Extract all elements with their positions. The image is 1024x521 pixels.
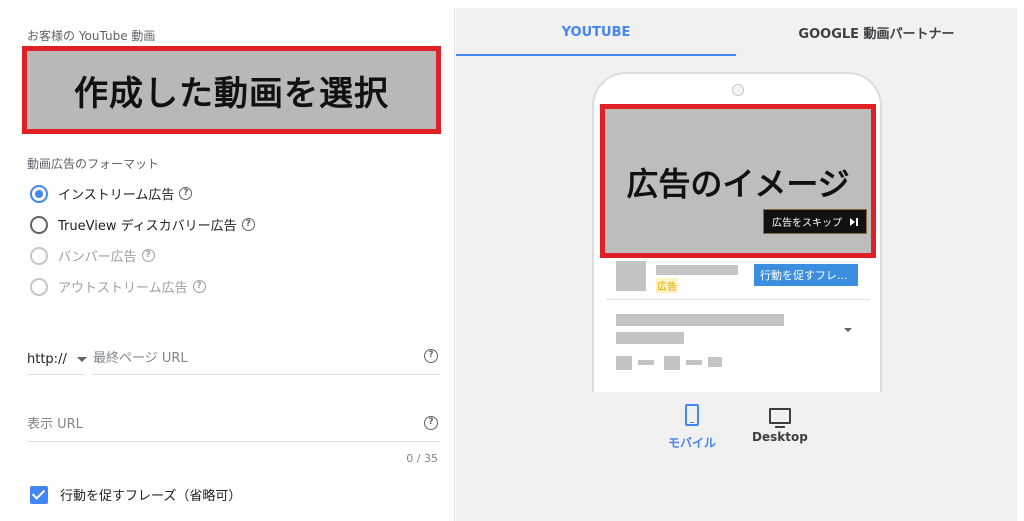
radio-button xyxy=(30,246,48,265)
channel-thumbnail xyxy=(616,261,646,291)
format-option-discovery[interactable]: TrueView ディスカバリー広告 ? xyxy=(30,215,255,234)
format-option-label: アウトストリーム広告 xyxy=(58,281,188,296)
ad-preview: 広告のイメージ 広告をスキップ xyxy=(600,104,876,258)
radio-button xyxy=(30,277,48,296)
cta-checkbox[interactable] xyxy=(30,485,48,504)
radio-button[interactable] xyxy=(30,184,48,203)
final-url-field[interactable]: 最終ページ URL ? xyxy=(93,338,440,375)
radio-button[interactable] xyxy=(30,215,48,234)
desktop-icon xyxy=(768,408,791,428)
thumbs-up-icon xyxy=(616,356,632,370)
help-icon[interactable]: ? xyxy=(424,349,438,363)
preview-panel: YOUTUBE GOOGLE 動画パートナー 広告のイメージ 広告をスキップ 広… xyxy=(456,8,1017,521)
placeholder-bar xyxy=(616,332,684,344)
device-mobile[interactable]: モバイル xyxy=(668,404,716,451)
tab-google-video-partners[interactable]: GOOGLE 動画パートナー xyxy=(736,8,1017,56)
placeholder-bar xyxy=(638,360,654,365)
cta-checkbox-label: 行動を促すフレーズ（省略可） xyxy=(60,489,242,504)
ad-settings-panel: お客様の YouTube 動画 作成した動画を選択 動画広告のフォーマット イン… xyxy=(8,8,455,521)
device-desktop[interactable]: Desktop xyxy=(752,404,808,444)
skip-ad-label: 広告をスキップ xyxy=(772,218,842,229)
mobile-icon xyxy=(685,404,699,426)
help-icon[interactable]: ? xyxy=(241,218,255,231)
help-icon[interactable]: ? xyxy=(192,280,206,293)
camera-icon xyxy=(732,84,744,96)
device-label: モバイル xyxy=(668,436,717,450)
placeholder-bar xyxy=(616,314,784,326)
skip-ad-button[interactable]: 広告をスキップ xyxy=(763,209,867,234)
protocol-select-value: http:// xyxy=(27,351,67,367)
thumbs-down-icon xyxy=(664,356,680,370)
chevron-down-icon[interactable] xyxy=(844,328,852,332)
ad-image-text: 広告のイメージ xyxy=(626,165,850,203)
format-option-label: インストリーム広告 xyxy=(58,188,175,203)
format-option-label: TrueView ディスカバリー広告 xyxy=(58,219,237,234)
format-option-outstream: アウトストリーム広告 ? xyxy=(30,277,206,296)
format-section-label: 動画広告のフォーマット xyxy=(27,157,160,171)
share-icon xyxy=(708,357,722,367)
help-icon[interactable]: ? xyxy=(424,415,438,430)
cta-button-preview[interactable]: 行動を促すフレ... xyxy=(754,264,858,286)
format-option-label: バンパー広告 xyxy=(58,250,137,265)
play-next-icon xyxy=(850,217,855,226)
video-selector-text: 作成した動画を選択 xyxy=(74,73,389,114)
format-option-instream[interactable]: インストリーム広告 ? xyxy=(30,184,193,203)
protocol-select[interactable]: http:// xyxy=(27,344,87,375)
caret-down-icon xyxy=(76,356,87,362)
final-url-placeholder: 最終ページ URL xyxy=(93,350,188,366)
ad-badge: 広告 xyxy=(656,278,678,293)
cta-checkbox-row[interactable]: 行動を促すフレーズ（省略可） xyxy=(30,485,241,504)
device-label: Desktop xyxy=(752,430,808,444)
help-icon[interactable]: ? xyxy=(141,249,155,262)
help-icon[interactable]: ? xyxy=(179,187,193,200)
video-section-label: お客様の YouTube 動画 xyxy=(27,29,156,43)
tab-youtube[interactable]: YOUTUBE xyxy=(456,8,736,56)
video-selector[interactable]: 作成した動画を選択 xyxy=(22,46,441,134)
phone-preview: 広告のイメージ 広告をスキップ 広告 行動を促すフレ... xyxy=(592,72,882,392)
display-url-placeholder: 表示 URL xyxy=(27,417,83,432)
format-option-bumper: バンパー広告 ? xyxy=(30,246,155,265)
divider xyxy=(606,299,870,300)
placeholder-bar xyxy=(686,360,702,365)
display-url-field[interactable]: 表示 URL ? xyxy=(27,404,440,442)
placeholder-bar xyxy=(656,265,738,275)
preview-tabs: YOUTUBE GOOGLE 動画パートナー xyxy=(456,8,1017,56)
character-counter: 0 / 35 xyxy=(406,452,438,465)
